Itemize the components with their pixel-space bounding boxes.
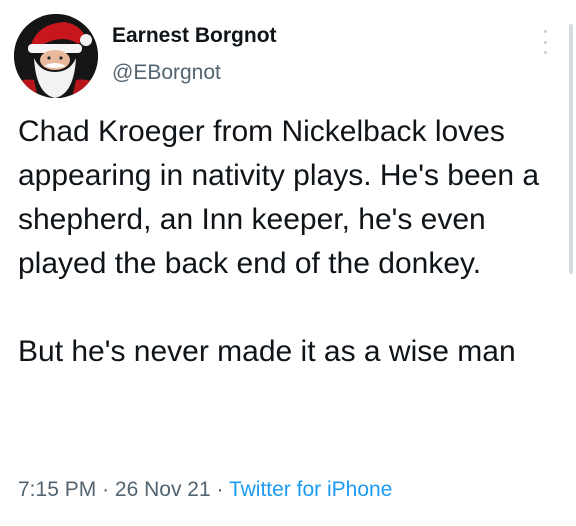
- more-dot: [543, 51, 547, 54]
- tweet-paragraph: But he's never made it as a wise man: [18, 335, 516, 368]
- tweet-paragraph: Chad Kroeger from Nickelback loves appea…: [18, 115, 540, 280]
- santa-avatar-icon[interactable]: [14, 14, 98, 98]
- more-dot: [543, 30, 547, 33]
- more-dot: [543, 40, 547, 44]
- meta-separator: ·: [102, 478, 110, 501]
- meta-separator: ·: [216, 478, 224, 501]
- more-options-icon[interactable]: [540, 30, 550, 54]
- tweet-text: Chad Kroeger from Nickelback loves appea…: [18, 110, 564, 374]
- scrollbar[interactable]: [569, 24, 573, 274]
- tweet-source-link[interactable]: Twitter for iPhone: [229, 478, 392, 501]
- tweet-date[interactable]: 26 Nov 21: [115, 478, 211, 501]
- tweet-meta: 7:15 PM · 26 Nov 21 · Twitter for iPhone: [18, 478, 392, 502]
- tweet-card: Earnest Borgnot @EBorgnot Chad Kroeger f…: [0, 0, 576, 526]
- author-handle[interactable]: @EBorgnot: [112, 61, 221, 85]
- author-name[interactable]: Earnest Borgnot: [112, 24, 277, 48]
- tweet-time[interactable]: 7:15 PM: [18, 478, 96, 501]
